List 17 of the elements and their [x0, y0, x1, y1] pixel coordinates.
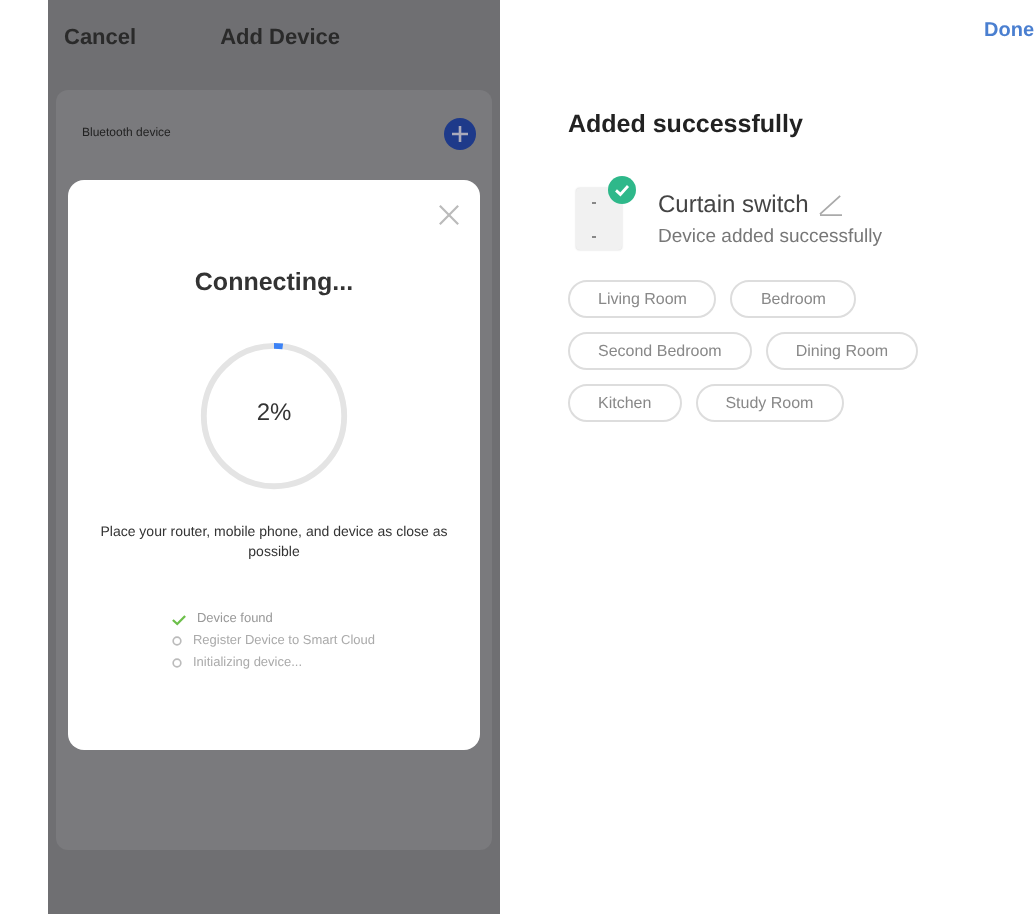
add-icon[interactable] — [444, 118, 476, 150]
device-status: Device added successfully — [658, 226, 882, 248]
room-chip[interactable]: Second Bedroom — [568, 332, 752, 370]
done-button[interactable]: Done — [984, 20, 1034, 42]
cancel-button[interactable]: Cancel — [64, 26, 137, 50]
room-chip[interactable]: Bedroom — [730, 280, 856, 318]
room-chip[interactable]: Study Room — [695, 384, 844, 422]
screen-title: Add Device — [220, 26, 340, 50]
dialog-title: Connecting... — [194, 268, 354, 296]
room-chip[interactable]: Living Room — [568, 280, 717, 318]
pencil-icon[interactable] — [818, 193, 845, 215]
progress-percent: 2% — [254, 398, 294, 426]
room-chip[interactable]: Kitchen — [568, 384, 682, 422]
device-name: Curtain switch — [658, 190, 809, 218]
close-icon[interactable] — [438, 204, 460, 226]
success-heading: Added successfully — [568, 110, 805, 138]
room-chip[interactable]: Dining Room — [765, 332, 919, 370]
